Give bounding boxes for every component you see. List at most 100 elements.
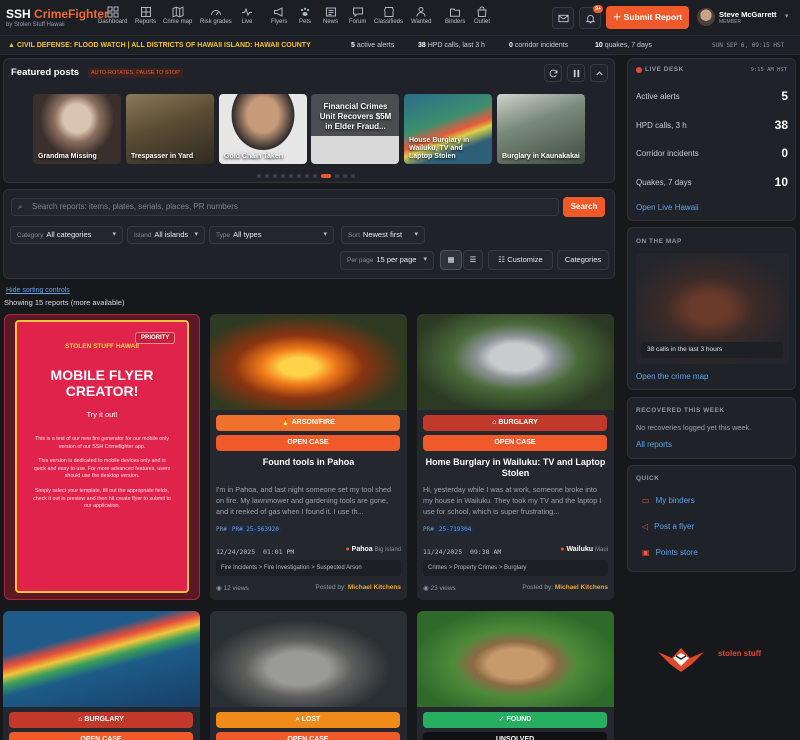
carousel-dot-active[interactable] <box>321 174 331 178</box>
carousel-dot[interactable] <box>265 174 269 178</box>
live-stat-row: Quakes, 7 days 10 <box>636 175 788 189</box>
promo-paragraph: This version is dedicated to mobile devi… <box>33 458 171 479</box>
carousel-dot[interactable] <box>281 174 285 178</box>
category-text: LOST <box>301 716 321 723</box>
nav-item-label: Dashboard <box>98 19 128 25</box>
quick-link-points[interactable]: ▣ Points store <box>642 548 698 557</box>
report-card[interactable]: ⌕ LOST OPEN CASE <box>210 611 407 740</box>
carousel-dot[interactable] <box>273 174 277 178</box>
refresh-button[interactable] <box>544 64 562 82</box>
pr-label: PR# <box>423 526 434 533</box>
nav-item-classifieds[interactable]: Classifieds <box>374 6 403 25</box>
carousel-dot[interactable] <box>351 174 355 178</box>
quick-link-flyer[interactable]: ◁ Post a flyer <box>642 522 694 531</box>
recovered-text: No recoveries logged yet this week. <box>636 423 752 432</box>
search-input[interactable]: ⌕ Search reports: items, plates, serials… <box>11 198 559 216</box>
nav-item-forum[interactable]: Forum <box>349 6 366 25</box>
pr-value: 25-719304 <box>435 525 475 534</box>
report-title[interactable]: Home Burglary in Wailuku: TV and Laptop … <box>423 457 608 479</box>
nav-item-flyers[interactable]: Flyers <box>271 6 287 25</box>
open-live-link[interactable]: Open Live Hawaii <box>636 203 699 212</box>
carousel-dot[interactable] <box>297 174 301 178</box>
nav-item-label: Risk grades <box>200 19 232 25</box>
sort-select[interactable]: Sort Newest first ▾ <box>341 226 425 244</box>
brand[interactable]: SSH CrimeFighter by Stolen Stuff Hawaii <box>6 7 109 28</box>
submit-report-button[interactable]: ＋ Submit Report <box>606 6 689 29</box>
bell-icon <box>585 14 596 24</box>
live-stat-label: Corridor incidents <box>636 149 699 158</box>
island-select[interactable]: Island All islands ▾ <box>127 226 205 244</box>
author-link[interactable]: Michael Kitchens <box>555 584 608 591</box>
report-island: Big Island <box>374 547 401 553</box>
alert-text[interactable]: CIVIL DEFENSE: FLOOD WATCH | ALL DISTRIC… <box>17 37 311 55</box>
bag-icon: ▣ <box>642 548 650 557</box>
promo-card[interactable]: STOLEN STUFF HAWAII MOBILE FLYER CREATOR… <box>4 314 200 600</box>
per-page-select[interactable]: Per page 15 per page ▾ <box>340 251 434 270</box>
carousel-dot[interactable] <box>257 174 261 178</box>
grid-icon: ▦ <box>447 255 455 264</box>
nav-item-pets[interactable]: Pets <box>299 6 311 25</box>
live-stat-value: 5 <box>781 89 788 103</box>
report-image <box>417 611 614 707</box>
quick-link-binders[interactable]: ▭ My binders <box>642 496 695 505</box>
all-reports-link[interactable]: All reports <box>636 440 672 449</box>
collapse-button[interactable] <box>590 64 608 82</box>
hide-sorting-link[interactable]: Hide sorting controls <box>6 287 70 294</box>
category-text: ARSON/FIRE <box>291 419 335 426</box>
carousel-dot[interactable] <box>313 174 317 178</box>
status-badge: OPEN CASE <box>216 732 400 740</box>
nav-item-binders[interactable]: Binders <box>445 6 465 25</box>
report-card[interactable]: 🔥 ARSON/FIRE OPEN CASE Found tools in Pa… <box>210 314 407 600</box>
carousel-dot[interactable] <box>289 174 293 178</box>
featured-item-caption: Burglary in Kaunakakai <box>502 153 580 160</box>
report-title[interactable]: Found tools in Pahoa <box>216 457 401 468</box>
nav-item-risk-grades[interactable]: Risk grades <box>200 6 232 25</box>
featured-item[interactable]: Financial Crimes Unit Recovers $5M in El… <box>311 94 399 164</box>
notifications-button[interactable]: 9+ <box>579 5 603 29</box>
categories-button[interactable]: Categories <box>557 250 609 270</box>
featured-item[interactable]: Grandma Missing <box>33 94 121 164</box>
carousel-dot[interactable] <box>335 174 339 178</box>
open-crime-map-link[interactable]: Open the crime map <box>636 372 708 381</box>
nav-item-crime-map[interactable]: Crime map <box>163 6 192 25</box>
featured-item[interactable]: House Burglary in Wailuku, TV and Laptop… <box>404 94 492 164</box>
messages-button[interactable] <box>552 7 574 29</box>
report-card[interactable]: ⌂ BURGLARY OPEN CASE <box>3 611 200 740</box>
featured-item[interactable]: Burglary in Kaunakakai <box>497 94 585 164</box>
nav-item-live[interactable]: Live <box>241 6 253 25</box>
nav-item-outlet[interactable]: Outlet <box>474 6 490 25</box>
quakes-stat: 10 quakes, 7 days <box>595 37 652 55</box>
grid-view-toggle[interactable]: ▦ <box>440 250 462 270</box>
nav-item-dashboard[interactable]: Dashboard <box>98 6 127 25</box>
nav-item-news[interactable]: News <box>323 6 338 25</box>
avatar <box>697 8 715 26</box>
type-select[interactable]: Type All types ▾ <box>209 226 334 244</box>
map-preview[interactable]: 38 calls in the last 3 hours <box>636 253 789 364</box>
nav-item-wanted[interactable]: Wanted <box>411 6 431 25</box>
grid-small-icon <box>140 6 152 18</box>
nav-item-reports[interactable]: Reports <box>135 6 156 25</box>
featured-item[interactable]: Gold Chain Taken <box>219 94 307 164</box>
author-link[interactable]: Michael Kitchens <box>348 584 401 591</box>
view-count-text: 12 views <box>223 585 249 592</box>
category-select[interactable]: Category All categories ▾ <box>10 226 123 244</box>
carousel-dot[interactable] <box>305 174 309 178</box>
sort-label: Sort <box>348 232 360 239</box>
featured-item[interactable]: Trespasser in Yard <box>126 94 214 164</box>
customize-button[interactable]: ☷ Customize <box>488 250 553 270</box>
pause-button[interactable] <box>567 64 585 82</box>
carousel-dot[interactable] <box>343 174 347 178</box>
report-card[interactable]: ✓ FOUND UNSOLVED <box>417 611 614 740</box>
report-card[interactable]: ⌂ BURGLARY OPEN CASE Home Burglary in Wa… <box>417 314 614 600</box>
search-button[interactable]: Search <box>563 197 605 217</box>
nav-item-label: Forum <box>349 19 367 25</box>
sort-value: Newest first <box>362 230 403 239</box>
chevron-down-icon: ▾ <box>112 231 116 238</box>
list-view-toggle[interactable]: ☰ <box>463 250 483 270</box>
category-label: Category <box>17 232 44 239</box>
report-location: ● Wailuku Maui <box>560 546 608 553</box>
corridor-text: corridor incidents <box>514 42 569 49</box>
category-text: FOUND <box>506 716 532 723</box>
carousel-dots <box>257 170 359 178</box>
sliders-icon: ☷ <box>498 255 506 264</box>
